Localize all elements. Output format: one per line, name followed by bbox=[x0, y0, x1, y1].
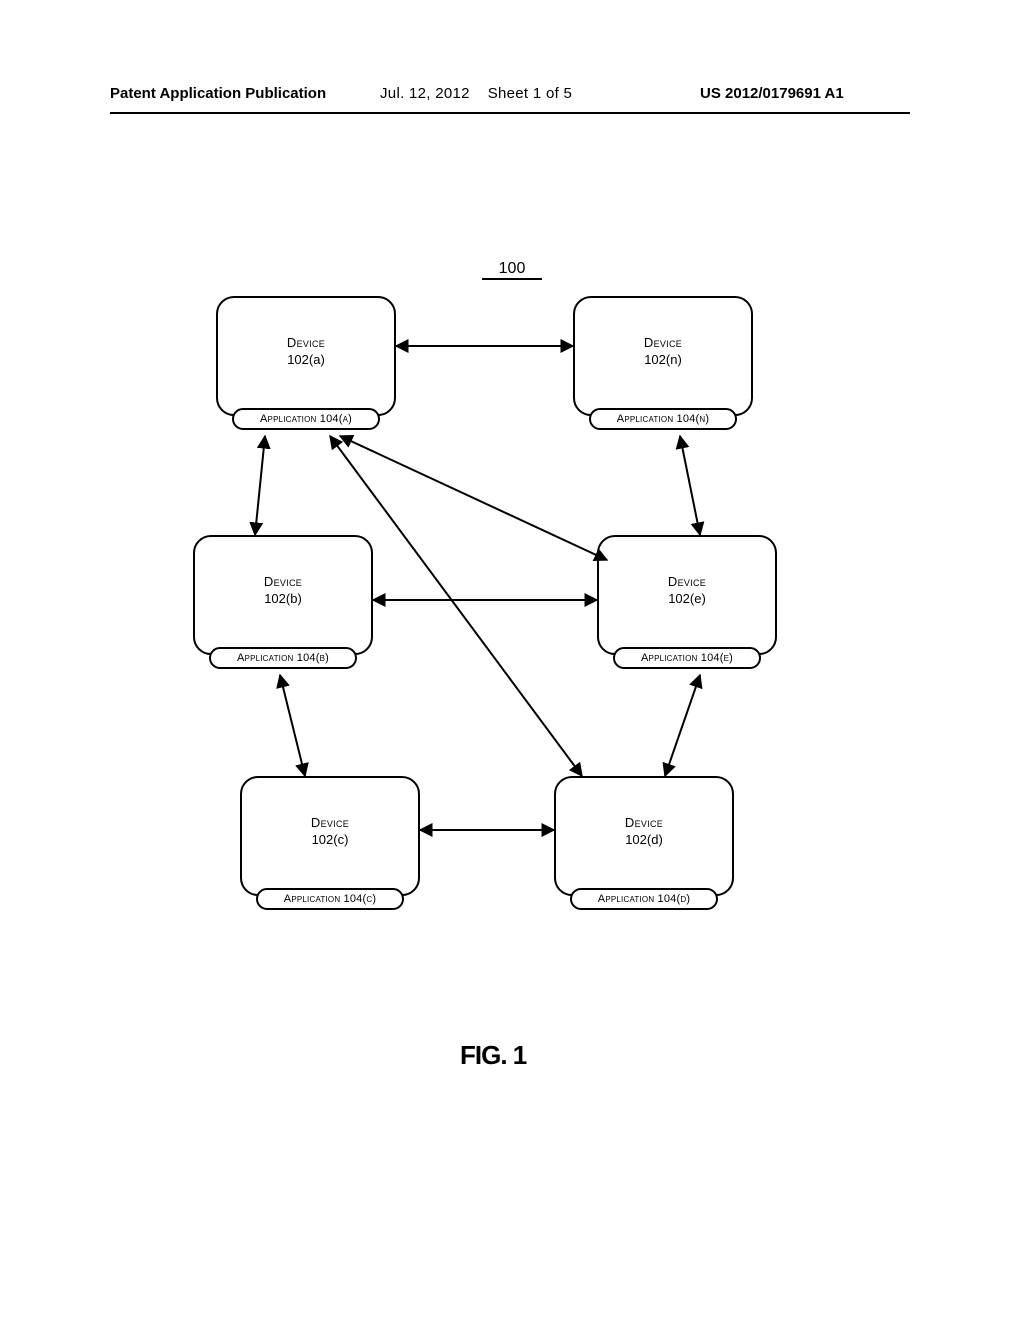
figure-ref-100: 100 bbox=[482, 260, 542, 280]
device-e-label: Device bbox=[599, 574, 775, 589]
device-c-id: 102(c) bbox=[242, 832, 418, 847]
device-d-label: Device bbox=[556, 815, 732, 830]
page: Patent Application Publication Jul. 12, … bbox=[0, 0, 1024, 1320]
page-header: Patent Application Publication Jul. 12, … bbox=[0, 85, 1024, 115]
device-e-app-pill: Application 104(e) bbox=[613, 647, 761, 669]
header-date: Jul. 12, 2012 bbox=[380, 85, 470, 102]
device-d-app-pill: Application 104(d) bbox=[570, 888, 718, 910]
device-box-a: Device 102(a) Application 104(a) bbox=[216, 296, 396, 416]
device-n-id: 102(n) bbox=[575, 352, 751, 367]
device-d-id: 102(d) bbox=[556, 832, 732, 847]
device-c-label: Device bbox=[242, 815, 418, 830]
device-box-c: Device 102(c) Application 104(c) bbox=[240, 776, 420, 896]
device-c-app-pill: Application 104(c) bbox=[256, 888, 404, 910]
device-n-app-pill: Application 104(n) bbox=[589, 408, 737, 430]
device-box-d: Device 102(d) Application 104(d) bbox=[554, 776, 734, 896]
connection-arrows bbox=[0, 0, 1024, 1320]
figure-caption: FIG. 1 bbox=[460, 1040, 526, 1071]
device-box-b: Device 102(b) Application 104(b) bbox=[193, 535, 373, 655]
device-a-label: Device bbox=[218, 335, 394, 350]
device-b-label: Device bbox=[195, 574, 371, 589]
device-a-app-pill: Application 104(a) bbox=[232, 408, 380, 430]
header-rule bbox=[110, 112, 910, 114]
device-box-n: Device 102(n) Application 104(n) bbox=[573, 296, 753, 416]
device-b-id: 102(b) bbox=[195, 591, 371, 606]
device-a-id: 102(a) bbox=[218, 352, 394, 367]
device-e-id: 102(e) bbox=[599, 591, 775, 606]
device-b-app-pill: Application 104(b) bbox=[209, 647, 357, 669]
header-right: US 2012/0179691 A1 bbox=[700, 85, 844, 102]
header-mid: Jul. 12, 2012 Sheet 1 of 5 bbox=[380, 85, 572, 102]
header-sheet: Sheet 1 of 5 bbox=[488, 85, 573, 102]
device-box-e: Device 102(e) Application 104(e) bbox=[597, 535, 777, 655]
header-left: Patent Application Publication bbox=[110, 85, 326, 102]
device-n-label: Device bbox=[575, 335, 751, 350]
